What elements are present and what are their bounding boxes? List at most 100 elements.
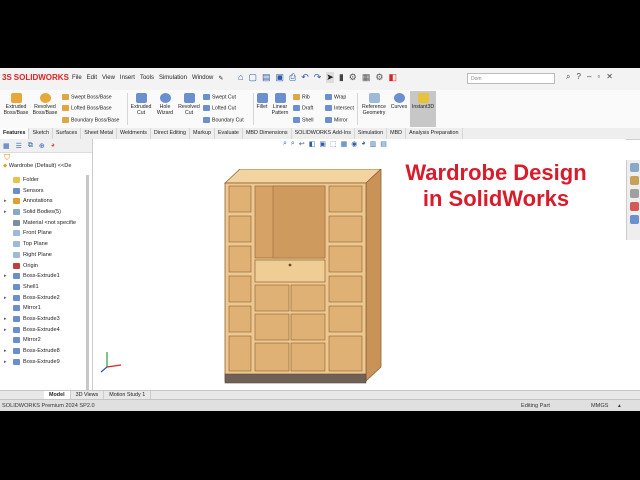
- tab-evaluate[interactable]: Evaluate: [215, 128, 243, 139]
- menu-tools[interactable]: Tools: [140, 75, 154, 82]
- status-units[interactable]: MMGS: [591, 403, 608, 409]
- wardrobe-model[interactable]: [213, 169, 388, 391]
- revolved-boss-button[interactable]: Revolved Boss/Base: [31, 93, 59, 116]
- file-properties-icon[interactable]: ▦: [362, 72, 371, 83]
- design-library-icon[interactable]: [629, 176, 639, 185]
- tab-direct-editing[interactable]: Direct Editing: [151, 128, 190, 139]
- solidworks-resources-icon[interactable]: [629, 163, 639, 172]
- display-manager-icon[interactable]: ◕: [51, 142, 55, 149]
- print-icon[interactable]: ⎙: [289, 72, 296, 83]
- tab-mbd[interactable]: MBD: [387, 128, 407, 139]
- rebuild-icon[interactable]: ⚙: [349, 72, 357, 83]
- open-icon[interactable]: ▤: [262, 72, 271, 83]
- expand-arrow-icon[interactable]: ▸: [4, 271, 7, 282]
- rib-button[interactable]: Rib: [293, 94, 310, 101]
- expand-arrow-icon[interactable]: ▸: [4, 207, 7, 218]
- menu-simulation[interactable]: Simulation: [159, 75, 187, 82]
- apply-scene-icon[interactable]: ▥: [370, 140, 377, 148]
- lofted-cut-button[interactable]: Lofted Cut: [203, 105, 236, 112]
- search-icon[interactable]: ⌕: [566, 72, 570, 82]
- boundary-cut-button[interactable]: Boundary Cut: [203, 117, 244, 124]
- property-manager-icon[interactable]: ☰: [16, 142, 22, 150]
- minimize-icon[interactable]: –: [587, 72, 591, 82]
- hide-show-items-icon[interactable]: ◉: [351, 140, 357, 148]
- expand-arrow-icon[interactable]: ▸: [4, 293, 7, 304]
- extruded-cut-button[interactable]: Extruded Cut: [129, 93, 153, 116]
- expand-arrow-icon[interactable]: ▸: [4, 314, 7, 325]
- previous-view-icon[interactable]: ↩: [299, 140, 305, 148]
- section-view-icon[interactable]: ◧: [309, 140, 316, 148]
- view-settings-icon[interactable]: ▤: [380, 140, 387, 148]
- solidworks-search-icon[interactable]: ◧: [388, 72, 397, 83]
- options-icon[interactable]: ⚙: [375, 72, 383, 83]
- edit-appearance-icon[interactable]: ◕: [361, 140, 365, 148]
- title-line-1: Wardrobe Design: [405, 160, 587, 185]
- tab-features[interactable]: Features: [0, 128, 30, 139]
- menu-edit[interactable]: Edit: [87, 75, 97, 82]
- curves-button[interactable]: Curves: [389, 93, 409, 110]
- fillet-button[interactable]: Fillet: [255, 93, 269, 110]
- reference-geometry-button[interactable]: Reference Geometry: [360, 93, 388, 116]
- help-icon[interactable]: ?: [576, 72, 580, 82]
- mirror-button[interactable]: Mirror: [325, 117, 348, 124]
- swept-boss-button[interactable]: Swept Boss/Base: [62, 94, 112, 101]
- select-icon[interactable]: ➤: [326, 72, 334, 83]
- shell-button[interactable]: Shell: [293, 117, 314, 124]
- tab-simulation[interactable]: Simulation: [355, 128, 388, 139]
- file-explorer-icon[interactable]: [629, 189, 639, 198]
- feature-manager-icon[interactable]: ▦: [3, 142, 10, 150]
- close-icon[interactable]: ✕: [606, 72, 613, 82]
- expand-arrow-icon[interactable]: ▸: [4, 325, 7, 336]
- tab-markup[interactable]: Markup: [190, 128, 215, 139]
- expand-arrow-icon[interactable]: ▸: [4, 196, 7, 207]
- boundary-boss-button[interactable]: Boundary Boss/Base: [62, 117, 119, 124]
- hole-wizard-button[interactable]: Hole Wizard: [154, 93, 176, 116]
- middle-drawer[interactable]: [254, 259, 326, 283]
- expand-arrow-icon[interactable]: ▸: [4, 346, 7, 357]
- view-orientation-icon[interactable]: ⬚: [330, 140, 337, 148]
- dimxpert-icon[interactable]: ⊕: [39, 142, 45, 150]
- tab-solidworks-add-ins[interactable]: SOLIDWORKS Add-Ins: [292, 128, 355, 139]
- intersect-button[interactable]: Intersect: [325, 105, 354, 112]
- tab-analysis-preparation[interactable]: Analysis Preparation: [406, 128, 463, 139]
- tab-weldments[interactable]: Weldments: [117, 128, 151, 139]
- pin-icon[interactable]: ✎: [218, 75, 223, 82]
- search-commands-input[interactable]: Dom: [467, 73, 555, 84]
- tab-sheet-metal[interactable]: Sheet Metal: [81, 128, 118, 139]
- zoom-to-area-icon[interactable]: ⌕: [291, 140, 295, 148]
- tab-mbd-dimensions[interactable]: MBD Dimensions: [243, 128, 292, 139]
- restore-icon[interactable]: ▫: [597, 72, 600, 82]
- lofted-boss-button[interactable]: Lofted Boss/Base: [62, 105, 112, 112]
- menu-file[interactable]: File: [72, 75, 82, 82]
- menu-window[interactable]: Window: [192, 75, 213, 82]
- wrap-button[interactable]: Wrap: [325, 94, 346, 101]
- menu-insert[interactable]: Insert: [120, 75, 135, 82]
- expand-arrow-icon[interactable]: ▸: [4, 357, 7, 368]
- revolved-cut-button[interactable]: Revolved Cut: [177, 93, 201, 116]
- save-icon[interactable]: ▣: [275, 72, 284, 83]
- draft-button[interactable]: Draft: [293, 105, 313, 112]
- tree-scrollbar[interactable]: [86, 175, 89, 399]
- appearances-icon[interactable]: [629, 202, 639, 211]
- tree-root-part[interactable]: ◆ Wardrobe (Default) <<De: [0, 162, 92, 171]
- traffic-light-icon[interactable]: ▮: [339, 72, 344, 83]
- graphics-area[interactable]: ⌕ ⌕ ↩ ◧ ▣ ⬚ ▦ ◉ ◕ ▥ ▤ Wardrobe Design in…: [93, 139, 626, 399]
- units-chevron-icon[interactable]: ▴: [618, 403, 621, 409]
- custom-properties-icon[interactable]: [629, 215, 639, 224]
- tab-surfaces[interactable]: Surfaces: [53, 128, 82, 139]
- zoom-to-fit-icon[interactable]: ⌕: [283, 140, 287, 148]
- home-icon[interactable]: ⌂: [238, 72, 243, 83]
- swept-cut-button[interactable]: Swept Cut: [203, 94, 236, 101]
- configuration-manager-icon[interactable]: ⧉: [28, 142, 33, 150]
- undo-icon[interactable]: ↶: [301, 72, 309, 83]
- tab-sketch[interactable]: Sketch: [29, 128, 53, 139]
- new-document-icon[interactable]: ▢: [248, 72, 257, 83]
- linear-pattern-button[interactable]: Linear Pattern: [270, 93, 290, 116]
- instant3d-button[interactable]: Instant3D: [410, 91, 436, 127]
- display-style-icon[interactable]: ▦: [341, 140, 348, 148]
- dynamic-annotation-icon[interactable]: ▣: [319, 140, 326, 148]
- extruded-boss-button[interactable]: Extruded Boss/Base: [3, 93, 29, 116]
- menu-view[interactable]: View: [102, 75, 115, 82]
- filter-icon[interactable]: ⛉: [0, 153, 92, 162]
- redo-icon[interactable]: ↷: [314, 72, 322, 83]
